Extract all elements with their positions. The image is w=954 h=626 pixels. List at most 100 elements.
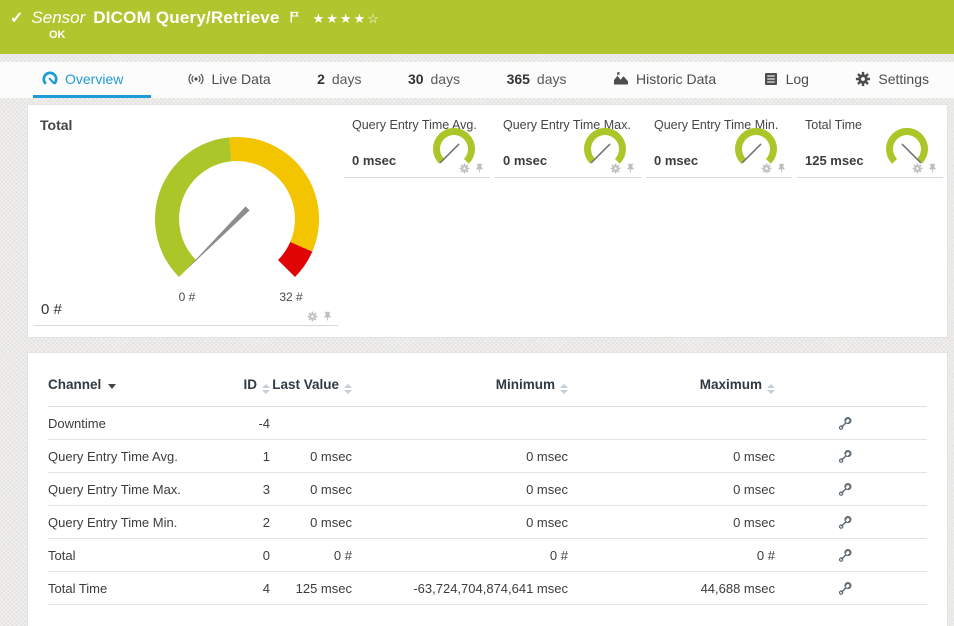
tab-label: Historic Data <box>636 71 716 87</box>
live-icon <box>188 71 204 87</box>
wrench-icon <box>838 482 853 497</box>
channel-maximum: 44,688 msec <box>568 581 775 596</box>
table-row: Query Entry Time Min. 2 0 msec 0 msec 0 … <box>48 506 927 539</box>
channel-name: Query Entry Time Min. <box>48 515 218 530</box>
gauge-tile[interactable]: Query Entry Time Max. 0 msec <box>495 105 641 178</box>
table-row: Total 0 0 # 0 # 0 # <box>48 539 927 572</box>
channel-minimum: 0 msec <box>352 515 568 530</box>
gear-icon[interactable] <box>459 163 470 174</box>
pin-icon[interactable] <box>474 163 485 174</box>
pin-icon[interactable] <box>927 163 938 174</box>
wrench-icon <box>838 515 853 530</box>
gauge-tile[interactable]: Query Entry Time Avg. 0 msec <box>344 105 490 178</box>
status-check-icon: ✓ <box>10 8 23 28</box>
wrench-icon <box>838 449 853 464</box>
channel-last-value: 125 msec <box>270 581 352 596</box>
channel-last-value: 0 msec <box>270 515 352 530</box>
tab-live-data[interactable]: Live Data <box>179 62 279 98</box>
channel-name: Query Entry Time Avg. <box>48 449 218 464</box>
table-row: Downtime -4 <box>48 407 927 440</box>
channel-last-value: 0 # <box>270 548 352 563</box>
gauge-icon <box>42 71 58 87</box>
gauge-max-label: 32 # <box>279 290 303 304</box>
gauge-tile[interactable]: Query Entry Time Min. 0 msec <box>646 105 792 178</box>
channel-settings-button[interactable] <box>775 547 915 563</box>
gear-icon[interactable] <box>912 163 923 174</box>
gauge-current-value: 0 msec <box>654 153 698 168</box>
channel-minimum: -63,724,704,874,641 msec <box>352 581 568 596</box>
wrench-icon <box>838 548 853 563</box>
column-header-last-value[interactable]: Last Value <box>270 377 352 394</box>
gear-icon <box>855 71 871 87</box>
table-row: Total Time 4 125 msec -63,724,704,874,64… <box>48 572 927 605</box>
column-header-maximum[interactable]: Maximum <box>568 377 775 394</box>
channel-name: Total <box>48 548 218 563</box>
gear-icon[interactable] <box>761 163 772 174</box>
column-header-minimum[interactable]: Minimum <box>352 377 568 394</box>
channel-last-value: 0 msec <box>270 449 352 464</box>
sort-arrows-icon <box>262 384 270 394</box>
channel-settings-button[interactable] <box>775 580 915 596</box>
gauge-current-value: 125 msec <box>805 153 864 168</box>
channel-settings-button[interactable] <box>775 514 915 530</box>
pin-icon[interactable] <box>776 163 787 174</box>
tab-overview[interactable]: Overview <box>33 62 151 98</box>
tab-log[interactable]: Log <box>754 62 818 98</box>
tab-settings[interactable]: Settings <box>846 62 938 98</box>
sort-arrows-icon <box>344 384 352 394</box>
channel-settings-button[interactable] <box>775 481 915 497</box>
gauge-current-value: 0 msec <box>503 153 547 168</box>
channel-minimum: 0 # <box>352 548 568 563</box>
channel-settings-button[interactable] <box>775 415 915 431</box>
tab-label: Live Data <box>211 71 270 87</box>
pin-icon[interactable] <box>322 311 333 322</box>
tab-number: 365 <box>507 71 530 87</box>
table-row: Query Entry Time Max. 3 0 msec 0 msec 0 … <box>48 473 927 506</box>
channel-id: 4 <box>218 581 270 596</box>
tab-label: Settings <box>878 71 929 87</box>
sort-desc-icon <box>108 384 116 389</box>
gauge-tile-total[interactable]: Total 0 # 32 # 0 # <box>34 105 338 326</box>
gear-icon[interactable] <box>610 163 621 174</box>
tab-historic-data[interactable]: Historic Data <box>604 62 725 98</box>
channel-id: 3 <box>218 482 270 497</box>
wrench-icon <box>838 581 853 596</box>
sort-arrows-icon <box>767 384 775 394</box>
log-icon <box>763 71 779 87</box>
gauge-current-value: 0 # <box>41 301 62 318</box>
gear-icon[interactable] <box>307 311 318 322</box>
tab-365-days[interactable]: 365 days <box>498 62 576 98</box>
table-header: Channel ID Last Value Minimum Maximum <box>48 377 927 407</box>
object-kind-label: Sensor <box>31 8 85 28</box>
tab-2-days[interactable]: 2 days <box>308 62 370 98</box>
gauge-min-label: 0 # <box>179 290 196 304</box>
channel-maximum: 0 msec <box>568 515 775 530</box>
gauges-panel: Total 0 # 32 # 0 # Query Entry Time Avg.… <box>27 104 948 338</box>
channel-minimum: 0 msec <box>352 449 568 464</box>
sensor-title: DICOM Query/Retrieve <box>93 8 279 28</box>
channel-last-value: 0 msec <box>270 482 352 497</box>
channel-id: 2 <box>218 515 270 530</box>
priority-stars[interactable]: ★★★★☆ <box>313 11 381 27</box>
tab-label: Log <box>786 71 809 87</box>
tab-30-days[interactable]: 30 days <box>399 62 469 98</box>
channel-maximum: 0 msec <box>568 449 775 464</box>
channel-table-body: Downtime -4 Query Entry Time Avg. 1 0 ms… <box>48 407 927 605</box>
channel-id: -4 <box>218 416 270 431</box>
sort-arrows-icon <box>560 384 568 394</box>
tab-label: days <box>537 71 567 87</box>
channel-settings-button[interactable] <box>775 448 915 464</box>
sensor-status-header: ✓ Sensor DICOM Query/Retrieve ★★★★☆ OK <box>0 0 954 54</box>
channel-maximum: 0 msec <box>568 482 775 497</box>
tab-bar: Overview Live Data 2 days 30 days 365 da… <box>0 62 954 98</box>
pin-icon[interactable] <box>625 163 636 174</box>
tab-label: days <box>431 71 461 87</box>
channel-name: Downtime <box>48 416 218 431</box>
gauge-tile[interactable]: Total Time 125 msec <box>797 105 943 178</box>
column-header-id[interactable]: ID <box>218 377 270 394</box>
channel-maximum: 0 # <box>568 548 775 563</box>
channel-id: 1 <box>218 449 270 464</box>
priority-flag-icon[interactable] <box>290 11 299 23</box>
tab-number: 30 <box>408 71 424 87</box>
column-header-channel[interactable]: Channel <box>48 377 218 393</box>
